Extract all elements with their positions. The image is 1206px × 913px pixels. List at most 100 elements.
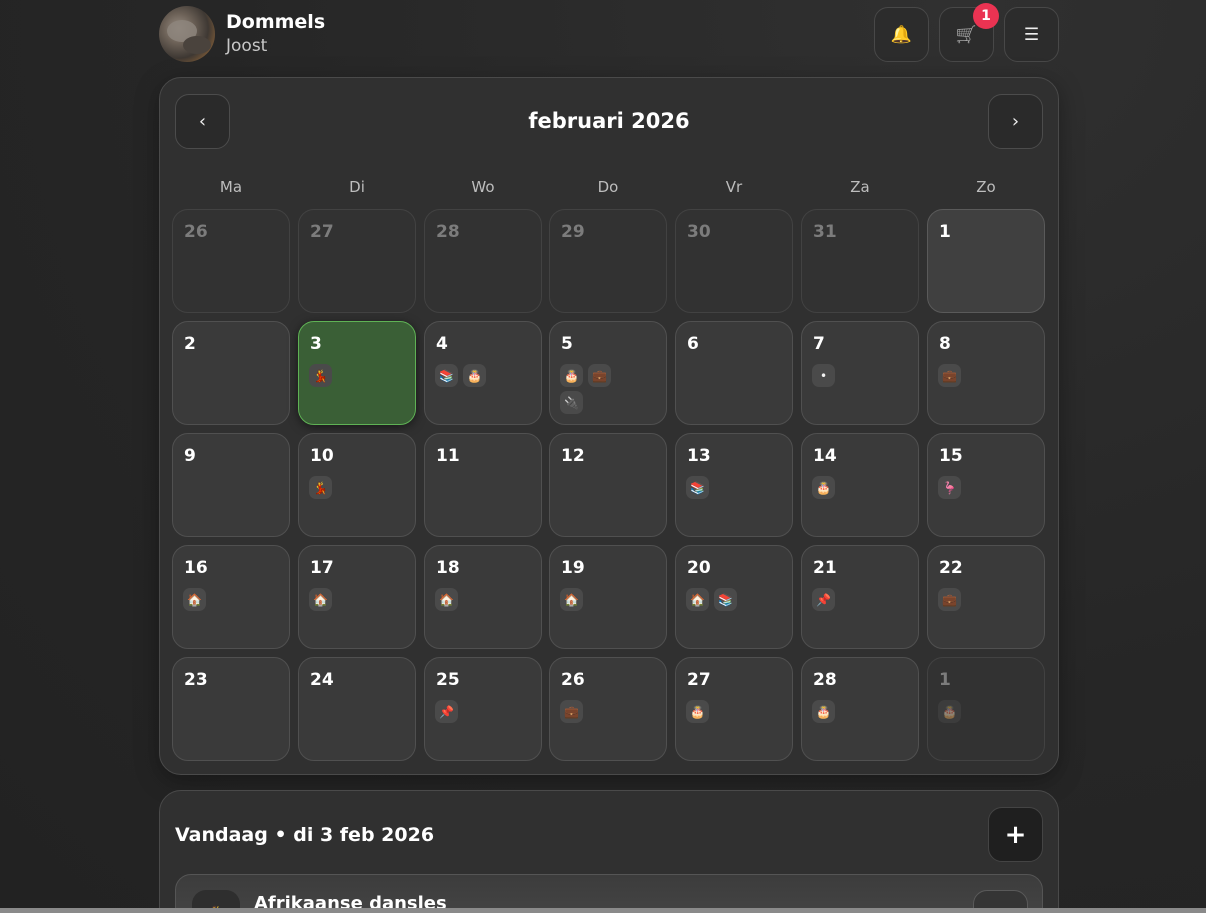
- weekday-label: Wo: [471, 178, 495, 196]
- day-number: 27: [310, 222, 334, 242]
- calendar-day[interactable]: 17 🏠: [298, 545, 416, 649]
- weekday-label: Za: [850, 178, 870, 196]
- day-number: 2: [184, 334, 196, 354]
- calendar-day[interactable]: 11: [424, 433, 542, 537]
- calendar-day[interactable]: 10 💃: [298, 433, 416, 537]
- books-icon: 📚: [714, 588, 737, 611]
- day-number: 29: [561, 222, 585, 242]
- calendar-day[interactable]: 2: [172, 321, 290, 425]
- day-number: 1: [939, 670, 951, 690]
- calendar-day[interactable]: 6: [675, 321, 793, 425]
- calendar-day[interactable]: 29: [549, 209, 667, 313]
- calendar-day[interactable]: 21 📌: [801, 545, 919, 649]
- day-number: 9: [184, 446, 196, 466]
- day-number: 23: [184, 670, 208, 690]
- shopping-list-button[interactable]: 🛒 1: [939, 3, 999, 62]
- calendar-day[interactable]: 5 🎂 💼 🔌: [549, 321, 667, 425]
- calendar-day-today[interactable]: 3 💃: [298, 321, 416, 425]
- day-events: 🏠: [560, 588, 612, 611]
- day-number: 10: [310, 446, 334, 466]
- notifications-button[interactable]: 🔔: [874, 7, 929, 62]
- day-events: 💼: [938, 364, 990, 387]
- day-events: 🏠: [435, 588, 487, 611]
- calendar-day[interactable]: 15 🦩: [927, 433, 1045, 537]
- day-number: 12: [561, 446, 585, 466]
- calendar-day[interactable]: 12: [549, 433, 667, 537]
- calendar-day[interactable]: 14 🎂: [801, 433, 919, 537]
- calendar-day[interactable]: 1 🎂: [927, 657, 1045, 761]
- calendar-day[interactable]: 7 •: [801, 321, 919, 425]
- calendar-day[interactable]: 25 📌: [424, 657, 542, 761]
- calendar-day[interactable]: 28 🎂: [801, 657, 919, 761]
- scrollbar[interactable]: [0, 908, 1206, 913]
- add-event-button[interactable]: +: [988, 807, 1043, 862]
- day-events: 🎂: [686, 700, 738, 723]
- day-number: 25: [436, 670, 460, 690]
- birthday-cake-icon: 🎂: [686, 700, 709, 723]
- calendar-day[interactable]: 8 💼: [927, 321, 1045, 425]
- day-number: 26: [184, 222, 208, 242]
- day-number: 14: [813, 446, 837, 466]
- day-events: 📌: [812, 588, 864, 611]
- weekday-label: Do: [597, 178, 619, 196]
- calendar-day[interactable]: 9: [172, 433, 290, 537]
- day-number: 4: [436, 334, 448, 354]
- plus-icon: +: [1004, 819, 1027, 850]
- house-icon: 🏠: [560, 588, 583, 611]
- calendar-day[interactable]: 27 🎂: [675, 657, 793, 761]
- today-title: Vandaag • di 3 feb 2026: [175, 824, 435, 846]
- day-events: 📚 🎂: [435, 364, 487, 387]
- day-number: 28: [813, 670, 837, 690]
- day-events: 💼: [938, 588, 990, 611]
- today-card: Vandaag • di 3 feb 2026 + 💃 Afrikaanse d…: [159, 790, 1059, 913]
- calendar-day[interactable]: 22 💼: [927, 545, 1045, 649]
- pushpin-icon: 📌: [435, 700, 458, 723]
- plug-icon: 🔌: [560, 391, 583, 414]
- calendar-day[interactable]: 20 🏠 📚: [675, 545, 793, 649]
- books-icon: 📚: [435, 364, 458, 387]
- house-icon: 🏠: [686, 588, 709, 611]
- day-events: 🏠: [183, 588, 235, 611]
- calendar-day[interactable]: 1: [927, 209, 1045, 313]
- avatar[interactable]: [159, 6, 215, 62]
- next-month-button[interactable]: ›: [988, 94, 1043, 149]
- calendar-day[interactable]: 18 🏠: [424, 545, 542, 649]
- day-events: 💼: [560, 700, 612, 723]
- calendar-day[interactable]: 19 🏠: [549, 545, 667, 649]
- calendar-day[interactable]: 30: [675, 209, 793, 313]
- day-events: 🏠: [309, 588, 361, 611]
- day-number: 24: [310, 670, 334, 690]
- calendar-day[interactable]: 23: [172, 657, 290, 761]
- calendar-day[interactable]: 31: [801, 209, 919, 313]
- calendar-day[interactable]: 27: [298, 209, 416, 313]
- calendar-day[interactable]: 26 💼: [549, 657, 667, 761]
- menu-button[interactable]: ☰: [1004, 7, 1059, 62]
- day-events: 🎂 💼 🔌: [560, 364, 612, 414]
- briefcase-icon: 💼: [938, 364, 961, 387]
- calendar-day[interactable]: 28: [424, 209, 542, 313]
- day-number: 18: [436, 558, 460, 578]
- day-number: 16: [184, 558, 208, 578]
- day-number: 13: [687, 446, 711, 466]
- calendar-card: ‹ februari 2026 › Ma Di Wo Do Vr Za Zo 26 27 28 29…: [159, 77, 1059, 775]
- month-title: februari 2026: [528, 109, 690, 133]
- calendar-day[interactable]: 16 🏠: [172, 545, 290, 649]
- day-events: 💃: [309, 476, 361, 499]
- house-icon: 🏠: [435, 588, 458, 611]
- briefcase-icon: 💼: [560, 700, 583, 723]
- bell-icon: 🔔: [890, 24, 913, 45]
- briefcase-icon: 💼: [588, 364, 611, 387]
- day-events: 💃: [309, 364, 361, 387]
- chevron-right-icon: ›: [1011, 111, 1020, 132]
- calendar-day[interactable]: 24: [298, 657, 416, 761]
- briefcase-icon: 💼: [938, 588, 961, 611]
- calendar-day[interactable]: 13 📚: [675, 433, 793, 537]
- calendar-day[interactable]: 4 📚 🎂: [424, 321, 542, 425]
- weekday-label: Zo: [976, 178, 996, 196]
- day-events: 🎂: [812, 476, 864, 499]
- day-number: 15: [939, 446, 963, 466]
- day-number: 7: [813, 334, 825, 354]
- birthday-cake-icon: 🎂: [812, 476, 835, 499]
- day-events: 🎂: [812, 700, 864, 723]
- calendar-day[interactable]: 26: [172, 209, 290, 313]
